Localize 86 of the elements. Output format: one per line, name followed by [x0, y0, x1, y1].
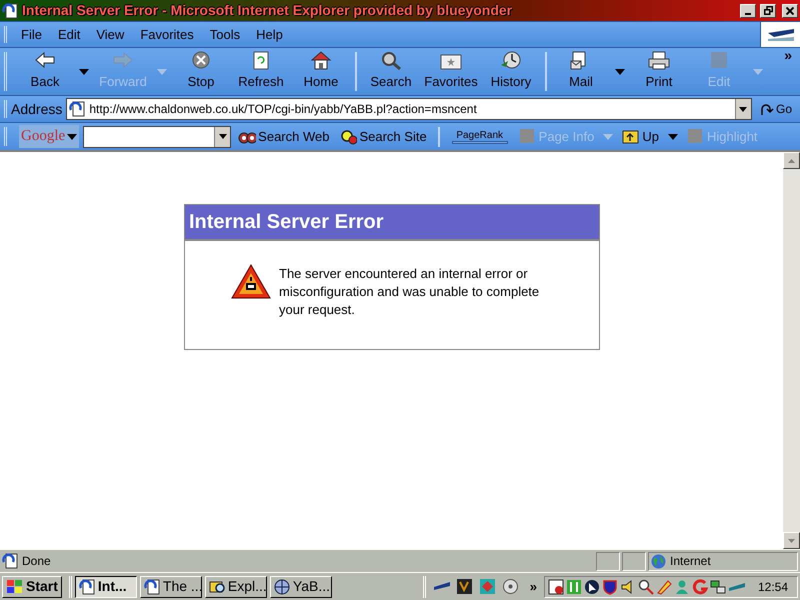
windows-flag-icon	[6, 578, 24, 594]
status-pane	[596, 552, 620, 570]
scrollbar[interactable]	[783, 152, 800, 549]
error-message: The server encountered an internal error or misconfiguration and was unable to complete your request.	[279, 265, 540, 319]
toolbar-button[interactable]: Search	[361, 48, 421, 95]
toolbar-button[interactable]: Home	[291, 48, 351, 95]
minimize-button[interactable]	[740, 4, 756, 18]
toolbar-button[interactable]: Up	[619, 126, 662, 146]
clock: 12:54	[756, 578, 789, 596]
network-icon[interactable]	[710, 578, 726, 594]
dropdown-button[interactable]	[666, 134, 680, 140]
more-chevron[interactable]: »	[526, 576, 541, 596]
magnifier-icon[interactable]	[638, 578, 654, 594]
arrow-left-icon	[34, 51, 56, 70]
caret-icon	[753, 68, 763, 74]
shield-icon[interactable]	[602, 578, 618, 594]
caret-icon	[218, 134, 227, 139]
toolbar-button[interactable]: Favorites	[421, 48, 481, 95]
folder-magnifier-icon	[208, 578, 225, 594]
folder-up-icon	[622, 128, 640, 146]
square-icon	[708, 51, 730, 70]
address-field[interactable]: http://www.chaldonweb.co.uk/TOP/cgi-bin/yabb/YaBB.pl?action=msncent	[66, 98, 752, 120]
quick-launch-button[interactable]	[456, 578, 473, 595]
taskbar-button[interactable]: Int...	[74, 576, 137, 598]
caret-icon	[67, 134, 78, 140]
magnifier-icon	[339, 128, 358, 146]
menu-item[interactable]: Favorites	[134, 24, 200, 44]
toolbar-button[interactable]: Refresh	[231, 48, 291, 95]
square-icon	[518, 128, 537, 146]
caret-icon	[615, 68, 625, 74]
disc-icon	[502, 578, 519, 595]
sliders-icon[interactable]	[566, 578, 582, 594]
go-button[interactable]: Go	[756, 100, 796, 118]
pagerank-label: PageRank	[456, 130, 504, 140]
menu-item[interactable]: Tools	[204, 24, 246, 44]
status-text: Done	[22, 553, 51, 570]
menu-item[interactable]: File	[15, 24, 48, 44]
caret-icon	[668, 134, 678, 140]
taskbar-button[interactable]: Expl...	[204, 576, 267, 598]
square-icon	[686, 128, 705, 146]
arrow-right-icon	[112, 51, 134, 70]
search-field[interactable]	[83, 126, 232, 148]
caret-icon	[603, 134, 614, 140]
taskbar-button[interactable]: YaB...	[270, 576, 332, 598]
restore-button[interactable]	[760, 4, 776, 18]
toolbar-button[interactable]: Search Site	[336, 126, 430, 146]
menu-item[interactable]: Help	[250, 24, 289, 44]
cursor-icon[interactable]	[584, 578, 600, 594]
house-icon	[310, 51, 332, 70]
down-arrow-icon	[788, 538, 795, 542]
caret-icon	[739, 106, 748, 112]
toolbar-button[interactable]: Stop	[171, 48, 231, 95]
diamond-icon	[478, 578, 496, 595]
error-heading: Internal Server Error	[185, 205, 599, 241]
menu-item[interactable]: View	[90, 24, 130, 44]
more-chevron[interactable]: »	[776, 48, 800, 95]
address-label: Address	[11, 100, 62, 118]
globe-icon	[651, 554, 666, 568]
minimize-icon	[745, 12, 751, 14]
menu-item[interactable]: Edit	[52, 24, 86, 44]
restore-icon	[764, 6, 772, 15]
gothic-letter-icon	[456, 578, 473, 595]
curved-arrow-icon	[760, 102, 774, 116]
quick-launch-button[interactable]	[502, 578, 519, 595]
start-button[interactable]: Start	[2, 576, 62, 598]
globe-icon	[274, 578, 290, 594]
toolbar-button[interactable]: Mail	[551, 48, 611, 95]
status-pane	[622, 552, 646, 570]
caret-icon	[157, 68, 167, 74]
pencil-icon[interactable]	[656, 578, 672, 594]
window-icon[interactable]	[548, 578, 564, 594]
close-button[interactable]	[782, 4, 798, 18]
caret-icon	[79, 68, 89, 74]
stop-icon	[190, 51, 212, 70]
warning-computer-icon	[231, 263, 271, 299]
toolbar-button[interactable]: Back	[15, 48, 75, 95]
toolbar-button[interactable]: History	[481, 48, 541, 95]
up-arrow-icon	[788, 158, 795, 162]
close-icon	[786, 6, 794, 14]
clock-arrow-icon	[500, 51, 522, 70]
printer-icon	[648, 51, 670, 70]
toolbar-button[interactable]: Search Web	[235, 126, 332, 146]
toolbar-button[interactable]: Print	[629, 48, 689, 95]
window-title: Internal Server Error - Microsoft Internet Explorer provided by blueyonder	[22, 1, 514, 20]
swoosh-icon	[768, 28, 794, 40]
security-zone: Internet	[670, 553, 711, 570]
